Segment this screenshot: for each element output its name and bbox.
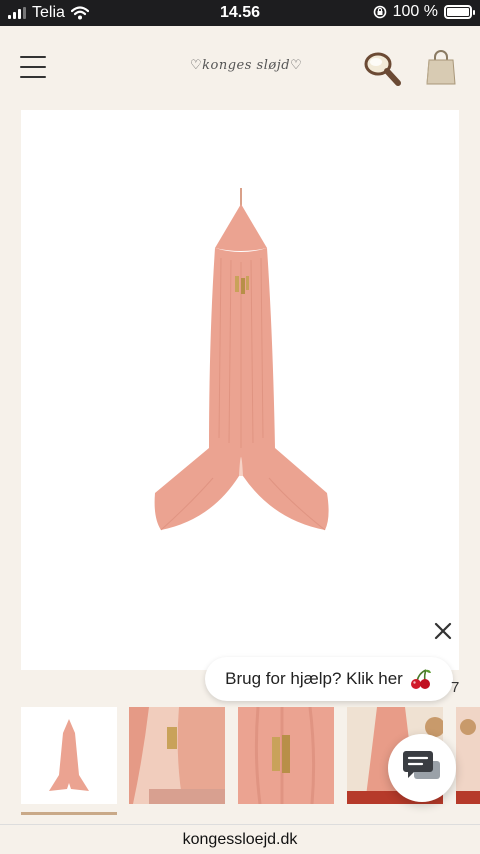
status-bar: Telia 14.56 100 % <box>0 0 480 26</box>
canopy-image <box>154 188 329 531</box>
logo-text: konges sløjd <box>202 58 291 73</box>
site-header: ♡konges sløjd♡ <box>0 26 480 106</box>
help-chat-bubble[interactable]: Brug for hjælp? Klik her <box>205 657 453 701</box>
menu-button[interactable] <box>20 56 46 78</box>
thumbnail-5[interactable] <box>456 707 480 804</box>
thumbnail-2[interactable] <box>129 707 225 804</box>
heart-icon: ♡ <box>290 58 303 73</box>
chat-button[interactable] <box>388 734 456 802</box>
canopy-closeup-thumbnail <box>129 707 225 804</box>
url-text: kongessloejd.dk <box>182 831 298 848</box>
selected-thumbnail-indicator <box>21 812 117 815</box>
heart-icon: ♡ <box>190 58 203 73</box>
room-thumbnail-2 <box>456 707 480 804</box>
search-icon[interactable] <box>362 50 404 88</box>
thumbnail-3[interactable] <box>238 707 334 804</box>
battery-icon <box>444 5 475 19</box>
chat-icon <box>403 751 440 779</box>
tassel-thumbnail <box>238 707 334 804</box>
cherry-icon <box>410 669 431 689</box>
battery-percent: 100 % <box>392 3 438 20</box>
site-logo[interactable]: ♡konges sløjd♡ <box>190 58 302 73</box>
product-image[interactable] <box>21 110 459 670</box>
close-icon[interactable] <box>430 618 456 644</box>
canopy-thumbnail <box>49 719 89 791</box>
shopping-bag-icon[interactable] <box>426 50 456 86</box>
thumbnail-1[interactable] <box>21 707 117 804</box>
orientation-lock-icon <box>373 5 386 19</box>
help-text: Brug for hjælp? Klik her <box>225 669 403 688</box>
status-right: 100 % <box>373 3 475 21</box>
gallery-count: 7 <box>451 679 460 696</box>
browser-url-bar[interactable]: kongessloejd.dk <box>0 824 480 854</box>
